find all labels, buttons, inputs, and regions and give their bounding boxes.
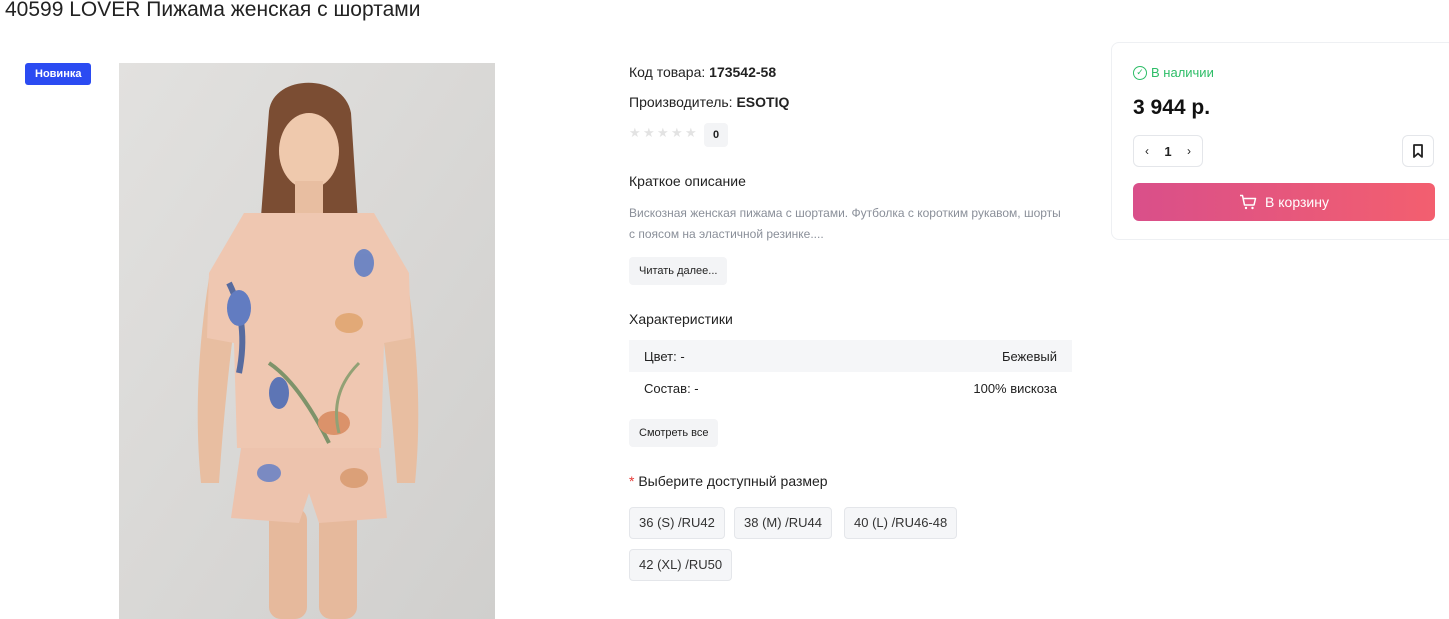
star-icon[interactable]: ★: [643, 126, 655, 139]
brand-label: Производитель:: [629, 94, 733, 110]
size-option[interactable]: 36 (S) /RU42: [629, 507, 725, 539]
rating-stars[interactable]: ★ ★ ★ ★ ★: [629, 126, 697, 139]
bookmark-icon: [1413, 144, 1423, 158]
new-badge: Новинка: [25, 63, 92, 85]
size-title: * Выберите доступный размер: [629, 473, 828, 489]
size-option[interactable]: 42 (XL) /RU50: [629, 549, 733, 581]
product-photo[interactable]: [119, 63, 495, 619]
quantity-stepper[interactable]: ‹ 1 ›: [1133, 135, 1203, 167]
characteristic-name: Цвет: -: [644, 348, 685, 364]
stock-status: ✓ В наличии: [1133, 65, 1214, 80]
star-icon[interactable]: ★: [657, 126, 669, 139]
page-title: 40599 LOVER Пижама женская с шортами: [5, 0, 421, 21]
show-all-button[interactable]: Смотреть все: [629, 419, 719, 447]
size-option[interactable]: 38 (M) /RU44: [734, 507, 833, 539]
rating-count: 0: [704, 123, 728, 147]
sku-value: 173542-58: [709, 64, 777, 80]
star-icon[interactable]: ★: [629, 126, 641, 139]
required-mark: *: [629, 473, 635, 489]
characteristic-value: Бежевый: [1001, 348, 1057, 364]
pajama-model-image: [119, 63, 495, 619]
brand-value[interactable]: ESOTIQ: [736, 94, 789, 110]
stock-label: В наличии: [1151, 65, 1214, 80]
chevron-left-icon[interactable]: ‹: [1140, 144, 1154, 158]
size-option[interactable]: 40 (L) /RU46-48: [844, 507, 958, 539]
sku-line: Код товара: 173542-58: [629, 64, 776, 80]
price: 3 944 р.: [1133, 96, 1211, 119]
cart-label: В корзину: [1265, 194, 1329, 210]
check-circle-icon: ✓: [1133, 65, 1147, 80]
sku-label: Код товара:: [629, 64, 706, 80]
quantity-value[interactable]: 1: [1164, 144, 1171, 159]
star-icon[interactable]: ★: [671, 126, 683, 139]
characteristic-name: Состав: -: [644, 380, 699, 396]
bookmark-button[interactable]: [1402, 135, 1434, 167]
table-row: Состав: - 100% вискоза: [629, 372, 1072, 404]
characteristics-table: Цвет: - Бежевый Состав: - 100% вискоза: [629, 340, 1072, 404]
buy-card: ✓ В наличии 3 944 р. ‹ 1 › В корзину: [1111, 42, 1449, 240]
description-text: Вискозная женская пижама с шортами. Футб…: [629, 206, 1061, 241]
characteristic-value: 100% вискоза: [973, 380, 1057, 396]
brand-line: Производитель: ESOTIQ: [629, 94, 789, 110]
size-title-text: Выберите доступный размер: [638, 473, 828, 489]
characteristics-title: Характеристики: [629, 311, 733, 327]
table-row: Цвет: - Бежевый: [629, 340, 1072, 372]
description-title: Краткое описание: [629, 173, 746, 189]
cart-icon: [1240, 194, 1257, 210]
star-icon[interactable]: ★: [685, 126, 697, 139]
read-more-button[interactable]: Читать далее...: [629, 257, 728, 285]
chevron-right-icon[interactable]: ›: [1182, 144, 1196, 158]
add-to-cart-button[interactable]: В корзину: [1133, 183, 1435, 221]
